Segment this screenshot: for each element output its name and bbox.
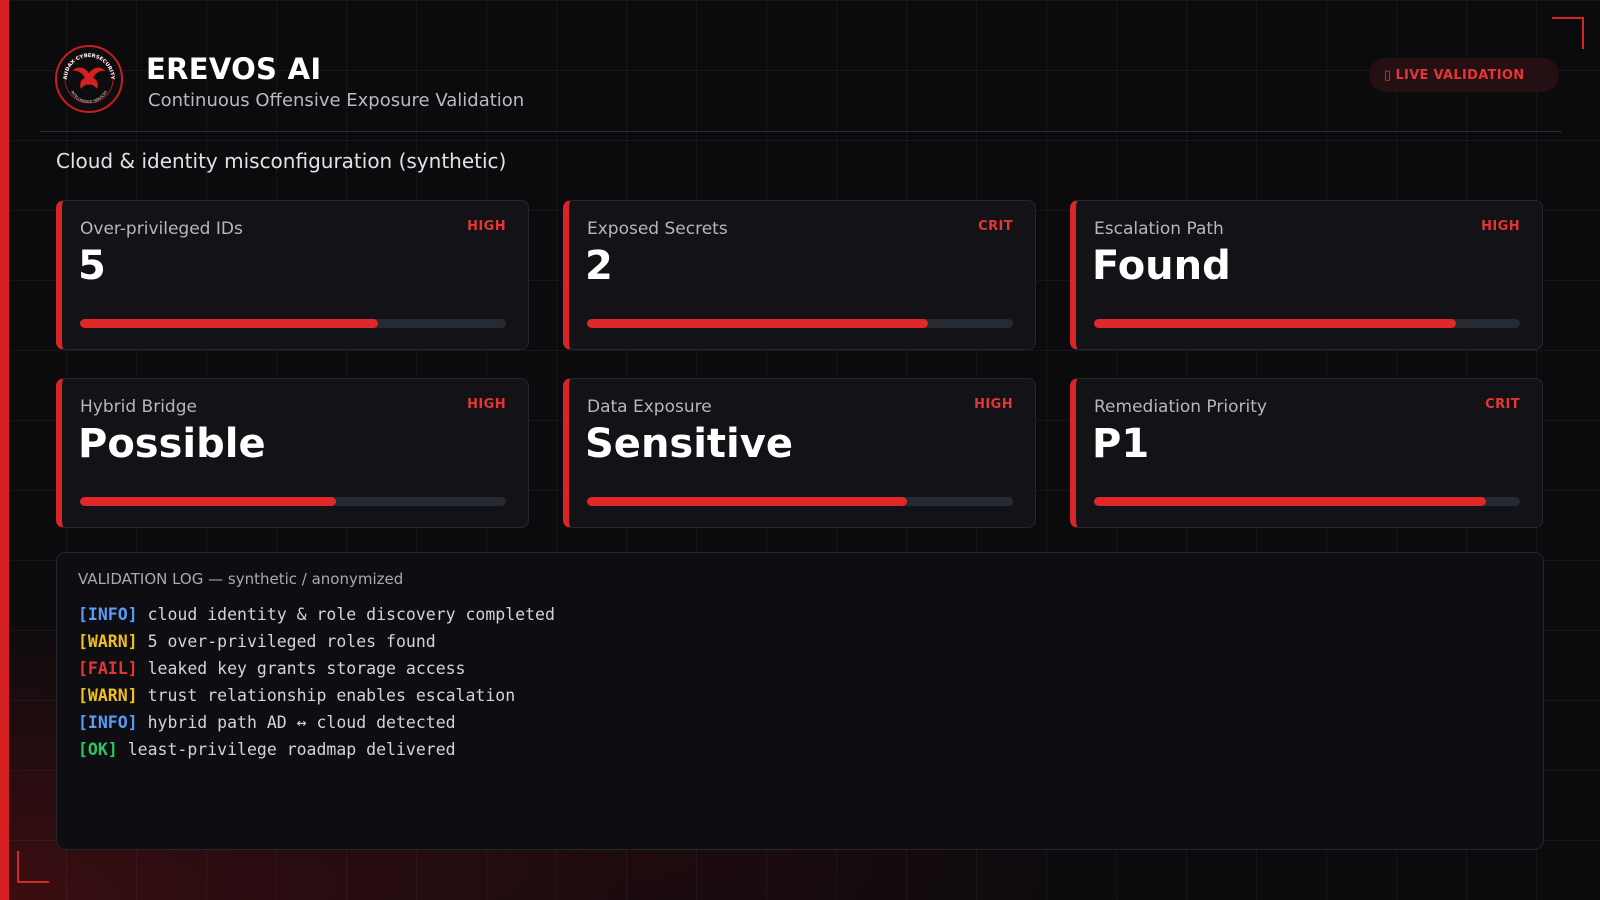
progress-fill — [1094, 497, 1486, 506]
log-tag: [WARN] — [78, 686, 138, 705]
metric-value: Sensitive — [585, 421, 793, 467]
log-line: [INFO] hybrid path AD ↔ cloud detected — [78, 709, 555, 736]
progress-fill — [1094, 319, 1457, 328]
log-tag: [INFO] — [78, 605, 138, 624]
corner-bracket-bottom-left — [17, 851, 49, 883]
live-validation-badge[interactable]: ▯ LIVE VALIDATION — [1369, 58, 1559, 92]
section-title: Cloud & identity misconfiguration (synth… — [56, 149, 507, 173]
metric-label: Data Exposure — [587, 397, 712, 417]
severity-badge: HIGH — [1481, 219, 1520, 234]
logo-text-bottom: INTELLIGENCE SERVICES — [70, 90, 108, 104]
metric-value: P1 — [1092, 421, 1150, 467]
accent-left-bar — [0, 0, 9, 900]
validation-log-lines: [INFO] cloud identity & role discovery co… — [78, 601, 555, 763]
severity-badge: CRIT — [978, 219, 1013, 234]
severity-badge: CRIT — [1485, 397, 1520, 412]
metric-label: Over-privileged IDs — [80, 219, 243, 239]
metric-card-escalation-path[interactable]: Escalation Path HIGH Found — [1070, 200, 1543, 350]
audax-logo: AUDAX CYBERSECURITY INTELLIGENCE SERVICE… — [55, 45, 123, 113]
progress-track — [80, 319, 506, 328]
svg-text:INTELLIGENCE SERVICES: INTELLIGENCE SERVICES — [70, 90, 108, 104]
progress-track — [1094, 319, 1520, 328]
validation-log-panel[interactable]: VALIDATION LOG — synthetic / anonymized … — [56, 552, 1544, 850]
progress-track — [587, 319, 1013, 328]
log-line: [WARN] trust relationship enables escalat… — [78, 682, 555, 709]
metric-card-exposed-secrets[interactable]: Exposed Secrets CRIT 2 — [563, 200, 1036, 350]
log-message: least-privilege roadmap delivered — [127, 740, 456, 759]
metric-card-data-exposure[interactable]: Data Exposure HIGH Sensitive — [563, 378, 1036, 528]
metric-card-hybrid-bridge[interactable]: Hybrid Bridge HIGH Possible — [56, 378, 529, 528]
severity-badge: HIGH — [974, 397, 1013, 412]
live-validation-label: LIVE VALIDATION — [1395, 67, 1525, 83]
metric-card-remediation-priority[interactable]: Remediation Priority CRIT P1 — [1070, 378, 1543, 528]
metric-value: 5 — [78, 243, 106, 289]
log-line: [FAIL] leaked key grants storage access — [78, 655, 555, 682]
metric-label: Escalation Path — [1094, 219, 1224, 239]
severity-badge: HIGH — [467, 219, 506, 234]
log-message: leaked key grants storage access — [147, 659, 466, 678]
progress-track — [1094, 497, 1520, 506]
dot-icon: ▯ — [1384, 67, 1392, 83]
metric-value: Found — [1092, 243, 1231, 289]
log-line: [WARN] 5 over-privileged roles found — [78, 628, 555, 655]
metric-value: 2 — [585, 243, 613, 289]
app-subtitle: Continuous Offensive Exposure Validation — [148, 90, 525, 111]
progress-fill — [587, 497, 907, 506]
progress-track — [587, 497, 1013, 506]
metric-label: Hybrid Bridge — [80, 397, 197, 417]
log-line: [INFO] cloud identity & role discovery co… — [78, 601, 555, 628]
progress-fill — [80, 319, 379, 328]
severity-badge: HIGH — [467, 397, 506, 412]
metric-card-over-privileged-ids[interactable]: Over-privileged IDs HIGH 5 — [56, 200, 529, 350]
log-message: 5 over-privileged roles found — [147, 632, 436, 651]
metric-label: Exposed Secrets — [587, 219, 728, 239]
header: AUDAX CYBERSECURITY INTELLIGENCE SERVICE… — [40, 0, 1562, 132]
metric-value: Possible — [78, 421, 266, 467]
log-tag: [INFO] — [78, 713, 138, 732]
log-tag: [WARN] — [78, 632, 138, 651]
progress-fill — [80, 497, 336, 506]
log-message: cloud identity & role discovery complete… — [147, 605, 555, 624]
log-tag: [FAIL] — [78, 659, 138, 678]
progress-track — [80, 497, 506, 506]
metric-label: Remediation Priority — [1094, 397, 1267, 417]
validation-log-title: VALIDATION LOG — synthetic / anonymized — [78, 570, 404, 588]
log-line: [OK] least-privilege roadmap delivered — [78, 736, 555, 763]
log-message: hybrid path AD ↔ cloud detected — [147, 713, 456, 732]
progress-fill — [587, 319, 928, 328]
log-message: trust relationship enables escalation — [147, 686, 516, 705]
app-title: EREVOS AI — [146, 52, 322, 86]
log-tag: [OK] — [78, 740, 118, 759]
